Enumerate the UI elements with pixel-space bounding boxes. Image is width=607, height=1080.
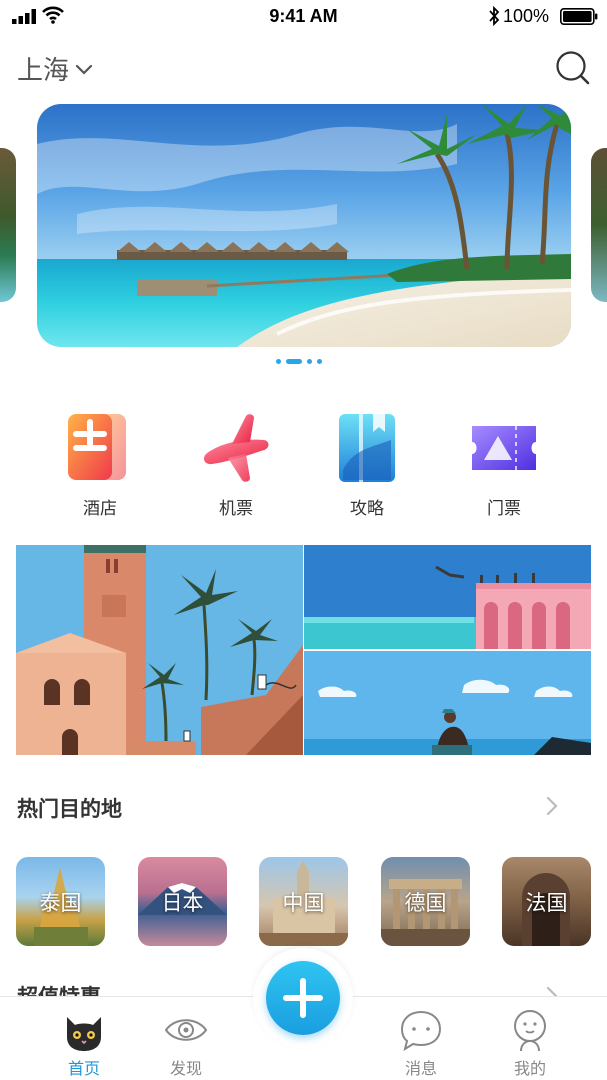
destination-label: 中国 bbox=[282, 891, 325, 915]
search-icon[interactable] bbox=[555, 50, 591, 86]
destination-thailand[interactable]: 泰国 bbox=[16, 857, 105, 946]
chevron-down-icon bbox=[75, 64, 93, 75]
quick-menu-label: 门票 bbox=[487, 499, 521, 519]
status-bar: 9:41 AM 100% bbox=[0, 0, 607, 34]
beach-resort-photo bbox=[37, 104, 571, 347]
chat-bubble-icon bbox=[400, 1010, 442, 1052]
quick-menu-label: 酒店 bbox=[83, 499, 117, 519]
city-selector[interactable]: 上海 bbox=[17, 50, 93, 87]
hotel-icon bbox=[68, 414, 126, 480]
morocco-illustration bbox=[16, 545, 303, 755]
quick-menu-flight[interactable]: 机票 bbox=[176, 410, 296, 519]
banner-slide[interactable] bbox=[37, 104, 571, 347]
tab-profile[interactable]: 我的 bbox=[490, 1007, 570, 1079]
destination-label: 日本 bbox=[161, 891, 204, 915]
tab-home[interactable]: 首页 bbox=[44, 1007, 124, 1079]
pagination-dot[interactable] bbox=[317, 359, 322, 364]
banner-prev-peek[interactable] bbox=[0, 148, 16, 302]
quick-menu-label: 攻略 bbox=[350, 499, 384, 519]
tab-discover[interactable]: 发现 bbox=[146, 1007, 226, 1079]
destination-france[interactable]: 法国 bbox=[502, 857, 591, 946]
city-label: 上海 bbox=[17, 56, 70, 86]
tab-messages[interactable]: 消息 bbox=[381, 1007, 461, 1079]
cat-face-icon bbox=[67, 1017, 101, 1051]
hot-destinations-title: 热门目的地 bbox=[17, 797, 122, 821]
tab-label: 发现 bbox=[169, 1059, 202, 1078]
destination-china[interactable]: 中国 bbox=[259, 857, 348, 946]
banner-next-peek[interactable] bbox=[591, 148, 607, 302]
add-button[interactable] bbox=[266, 961, 340, 1035]
quick-menu-guide[interactable]: 攻略 bbox=[307, 410, 427, 519]
destination-japan[interactable]: 日本 bbox=[138, 857, 227, 946]
eye-icon bbox=[164, 1019, 208, 1041]
quick-menu-hotel[interactable]: 酒店 bbox=[40, 410, 160, 519]
tab-label: 我的 bbox=[513, 1059, 546, 1078]
ticket-icon bbox=[472, 426, 536, 470]
user-face-icon bbox=[514, 1010, 546, 1052]
quick-menu-ticket[interactable]: 门票 bbox=[444, 410, 564, 519]
battery-percentage: 100% bbox=[503, 6, 550, 26]
destination-label: 德国 bbox=[404, 891, 447, 915]
tab-label: 首页 bbox=[67, 1059, 100, 1078]
tab-label: 消息 bbox=[404, 1059, 437, 1078]
pagination-dot[interactable] bbox=[276, 359, 281, 364]
destination-label: 法国 bbox=[525, 891, 568, 915]
quick-menu-label: 机票 bbox=[219, 499, 253, 519]
carousel-pagination[interactable] bbox=[276, 359, 322, 364]
bluetooth-icon bbox=[489, 6, 500, 26]
airplane-icon bbox=[204, 414, 269, 482]
destination-label: 泰国 bbox=[39, 891, 82, 915]
cliff-diving-illustration bbox=[304, 545, 591, 649]
beach-illustration bbox=[304, 651, 591, 755]
pagination-dot[interactable] bbox=[307, 359, 312, 364]
plus-icon bbox=[283, 978, 323, 1018]
feature-tile-cliff-diving[interactable] bbox=[304, 545, 591, 649]
guide-book-icon bbox=[339, 414, 395, 482]
chevron-right-icon[interactable] bbox=[545, 795, 559, 817]
feature-tile-morocco[interactable] bbox=[16, 545, 303, 755]
pagination-dot-active[interactable] bbox=[286, 359, 302, 364]
destination-germany[interactable]: 德国 bbox=[381, 857, 470, 946]
battery-icon bbox=[560, 8, 598, 25]
feature-tile-beach[interactable] bbox=[304, 651, 591, 755]
